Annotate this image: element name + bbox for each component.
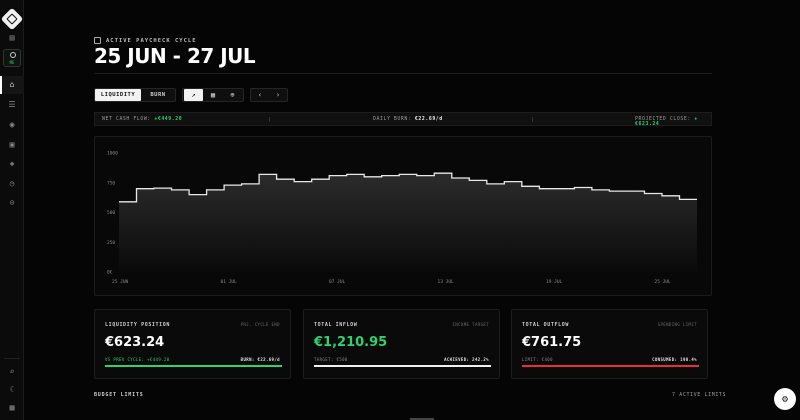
card-total-outflow: TOTAL OUTFLOW SPENDING LIMIT €761.75 LIM… (511, 309, 708, 379)
broadcast-icon[interactable]: ◉ (7, 120, 17, 130)
x-tick-label: 25 JUL (655, 279, 672, 285)
card-foot-right: BURN: €22.69/d (240, 357, 280, 362)
card-progress-fill (105, 365, 282, 367)
calendar-icon[interactable]: ▦ (203, 89, 222, 101)
breadcrumb-label: ACTIVE PAYCHECK CYCLE (106, 37, 197, 44)
x-tick-label: 07 JUL (329, 279, 346, 285)
next-period-button[interactable]: › (269, 89, 287, 101)
tab-burn[interactable]: BURN (141, 89, 175, 101)
stats-divider (532, 117, 533, 122)
breadcrumb: ACTIVE PAYCHECK CYCLE (94, 37, 197, 44)
sidebar-divider (4, 358, 20, 359)
net-cash-flow-value: +€449.20 (154, 116, 183, 122)
net-cash-flow: NET CASH FLOW: +€449.20 (102, 117, 182, 122)
active-limits-count: 7 ACTIVE LIMITS (672, 392, 727, 398)
y-tick-label: 1000 (107, 151, 118, 157)
card-foot-left: LIMIT: €400 (522, 357, 553, 362)
avatar[interactable]: ME (3, 49, 21, 67)
clock-icon[interactable]: ◷ (7, 179, 17, 189)
x-tick-label: 01 JUL (221, 279, 238, 285)
settings-fab-button[interactable]: ⚙ (774, 388, 796, 410)
card-progress-fill (314, 365, 491, 367)
projected-close: PROJECTED CLOSE: +€623.24 (635, 117, 711, 127)
tag-icon[interactable]: ◈ (7, 159, 17, 169)
card-tag: INCOME TARGET (452, 322, 489, 327)
chart-area (119, 173, 697, 272)
y-tick-label: 500 (107, 210, 115, 216)
x-tick-label: 19 JUL (546, 279, 563, 285)
liquidity-chart: 1000 750 500 250 0€ 25 JUN 01 JUL 07 JUL 13 JUL… (94, 136, 712, 296)
daily-burn-value: €22.69/d (414, 116, 443, 122)
moon-icon[interactable]: ☾ (7, 385, 17, 395)
grid-icon[interactable]: ▦ (7, 403, 17, 413)
card-tag: SPENDING LIMIT (657, 322, 697, 327)
card-total-inflow: TOTAL INFLOW INCOME TARGET €1,210.95 TAR… (303, 309, 500, 379)
card-title: TOTAL INFLOW (314, 322, 358, 328)
stats-bar: NET CASH FLOW: +€449.20 DAILY BURN: €22.… (94, 112, 712, 127)
daily-burn-label: DAILY BURN: (373, 116, 412, 122)
period-nav: ‹ › (250, 88, 288, 102)
view-toggle: LIQUIDITY BURN (94, 88, 176, 102)
card-foot-right: CONSUMED: 190.4% (652, 357, 697, 362)
card-value: €761.75 (522, 335, 582, 350)
y-tick-label: 250 (107, 240, 115, 246)
card-liquidity-position: LIQUIDITY POSITION PRJ. CYCLE END €623.2… (94, 309, 291, 379)
globe-icon[interactable]: ⊕ (223, 89, 242, 101)
home-icon (94, 37, 101, 44)
briefcase-icon[interactable]: ▣ (7, 140, 17, 150)
chart-svg: 1000 750 500 250 0€ 25 JUN 01 JUL 07 JUL 13 JUL… (107, 151, 697, 285)
y-tick-label: 0€ (107, 270, 113, 276)
card-value: €1,210.95 (314, 335, 388, 350)
net-cash-flow-label: NET CASH FLOW: (102, 116, 151, 122)
tab-liquidity[interactable]: LIQUIDITY (95, 89, 141, 101)
currency-icon[interactable]: ⊙ (7, 198, 17, 208)
home-icon[interactable]: ⌂ (7, 80, 17, 90)
trend-icon[interactable]: ↗ (184, 89, 204, 101)
card-tag: PRJ. CYCLE END (240, 322, 280, 327)
header-divider (94, 73, 712, 74)
user-tag: ME (9, 60, 15, 65)
card-progress (314, 365, 491, 367)
card-progress (105, 365, 282, 367)
daily-burn: DAILY BURN: €22.69/d (373, 117, 443, 122)
page-title: 25 JUN - 27 JUL (94, 44, 256, 68)
sidebar-active-indicator (0, 76, 2, 94)
card-progress-fill (522, 365, 699, 367)
document-icon[interactable]: ▤ (7, 33, 17, 43)
card-progress (522, 365, 699, 367)
card-foot-left: VS PREV CYCLE: +€449.20 (105, 357, 170, 362)
sidebar: ▤ ME ⌂ ☰ ◉ ▣ ◈ ◷ ⊙ ⌕ ☾ ▦ (0, 0, 24, 420)
gear-icon: ⚙ (781, 393, 789, 405)
chart-tools: ↗ ▦ ⊕ (182, 88, 244, 102)
card-value: €623.24 (105, 335, 165, 350)
user-icon (10, 52, 16, 58)
budget-limits-heading: BUDGET LIMITS (94, 392, 144, 398)
x-tick-label: 13 JUL (438, 279, 455, 285)
list-icon[interactable]: ☰ (7, 100, 17, 110)
prev-period-button[interactable]: ‹ (251, 89, 269, 101)
stats-divider (269, 117, 270, 122)
card-foot-right: ACHIEVED: 242.2% (444, 357, 489, 362)
search-icon[interactable]: ⌕ (7, 367, 17, 377)
card-title: LIQUIDITY POSITION (105, 322, 170, 328)
x-tick-label: 25 JUN (112, 279, 129, 285)
app-logo-icon[interactable] (0, 7, 24, 31)
card-title: TOTAL OUTFLOW (522, 322, 569, 328)
y-tick-label: 750 (107, 180, 115, 186)
card-foot-left: TARGET: €500 (314, 357, 348, 362)
